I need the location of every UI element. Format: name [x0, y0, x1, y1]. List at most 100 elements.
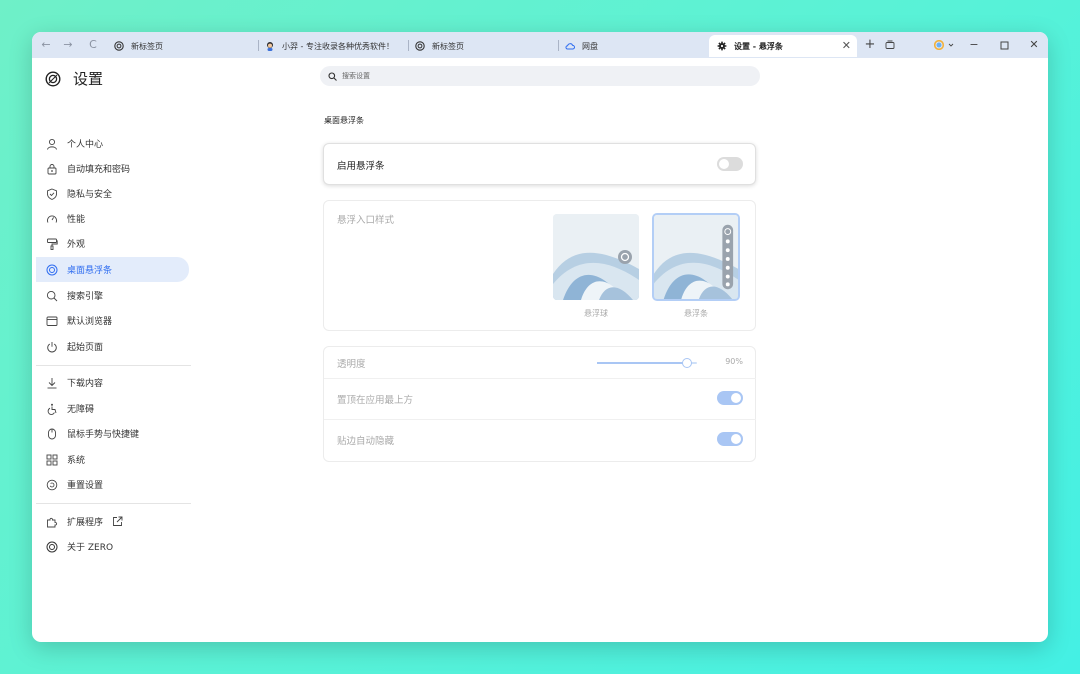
gear-icon: [717, 41, 727, 51]
close-tab-icon[interactable]: ✕: [842, 39, 851, 52]
gauge-icon: [47, 215, 57, 223]
sidebar-item-label: 重置设置: [67, 481, 104, 491]
style-option-ball[interactable]: [553, 214, 639, 300]
opacity-slider-fill: [597, 362, 687, 364]
reset-icon: [46, 479, 58, 490]
zero-logo-icon: [46, 264, 58, 275]
sidebar-item-privacy[interactable]: 隐私与安全: [36, 181, 189, 206]
enable-floating-bar-label: 启用悬浮条: [337, 161, 385, 172]
search-icon: [46, 290, 58, 301]
sidebar-item-label: 外观: [67, 240, 86, 250]
row-divider: [324, 419, 756, 420]
always-on-top-toggle[interactable]: [717, 391, 743, 405]
sidebar-item-label: 系统: [67, 456, 86, 466]
shield-icon: [47, 188, 57, 200]
sidebar-item-label: 鼠标手势与快捷键: [67, 430, 140, 440]
new-tab-icon[interactable]: +: [862, 37, 878, 53]
accessibility-icon: [47, 403, 57, 415]
tab-new-tab-2[interactable]: 新标签页: [415, 35, 565, 57]
profile-menu-button[interactable]: [932, 37, 958, 53]
toggle-knob: [731, 434, 741, 444]
sidebar-divider: [36, 503, 191, 504]
tab-label: 小羿 - 专注收录各种优秀软件！: [282, 41, 394, 51]
back-icon[interactable]: ←: [38, 37, 54, 53]
download-icon: [47, 377, 57, 388]
opacity-slider-track[interactable]: [597, 358, 697, 368]
tab-label: 新标签页: [432, 41, 464, 51]
sidebar-item-label: 桌面悬浮条: [67, 266, 113, 276]
sidebar-item-search-engine[interactable]: 搜索引擎: [36, 283, 189, 308]
puzzle-icon: [47, 517, 58, 527]
browser-window: ← → C 新标签页 小羿 - 专注收录各种优秀软件！ 新标签页 网盘 设置 -…: [32, 32, 1048, 642]
sidebar-item-label: 隐私与安全: [67, 190, 113, 200]
external-link-icon[interactable]: [112, 516, 123, 527]
entry-style-card: 悬浮入口样式 悬浮球 悬浮条: [323, 200, 756, 331]
section-title: 桌面悬浮条: [324, 116, 364, 125]
person-icon: [47, 138, 57, 150]
sidebar-item-label: 扩展程序: [67, 518, 104, 528]
sidebar-item-accessibility[interactable]: 无障碍: [36, 396, 189, 421]
grid-icon: [46, 454, 58, 465]
sidebar-item-appearance[interactable]: 外观: [36, 231, 189, 256]
sidebar-item-label: 自动填充和密码: [67, 165, 131, 175]
sidebar-item-label: 起始页面: [67, 343, 104, 353]
sidebar-item-label: 个人中心: [67, 140, 104, 150]
paint-roller-icon: [47, 238, 58, 250]
zero-logo-icon: [114, 41, 124, 51]
sidebar-item-downloads[interactable]: 下载内容: [36, 370, 189, 395]
power-icon: [47, 341, 57, 352]
sidebar-item-profile[interactable]: 个人中心: [36, 131, 189, 156]
sidebar-item-performance[interactable]: 性能: [36, 206, 189, 231]
zero-logo-icon: [45, 70, 61, 87]
auto-hide-label: 贴边自动隐藏: [337, 436, 395, 447]
tab-label: 网盘: [582, 41, 598, 51]
settings-search-input[interactable]: 搜索设置: [320, 66, 760, 86]
behavior-settings-card: 透明度 90% 置顶在应用最上方 贴边自动隐藏: [323, 346, 756, 462]
wallpaper-preview-image: [553, 214, 639, 300]
tab-overview-icon[interactable]: [882, 37, 898, 53]
sidebar-item-label: 性能: [67, 215, 86, 225]
close-window-icon[interactable]: ✕: [1026, 37, 1042, 53]
sidebar-item-label: 关于 ZERO: [67, 543, 114, 553]
opacity-label: 透明度: [337, 359, 366, 370]
zero-logo-icon: [415, 41, 425, 51]
forward-icon[interactable]: →: [60, 37, 76, 53]
reload-icon[interactable]: C: [85, 37, 101, 53]
sidebar-item-label: 下载内容: [67, 379, 104, 389]
enable-floating-bar-card: 启用悬浮条: [323, 143, 756, 185]
tab-bar: ← → C 新标签页 小羿 - 专注收录各种优秀软件！ 新标签页 网盘 设置 -…: [32, 32, 1048, 58]
minimize-icon[interactable]: −: [966, 37, 982, 53]
maximize-icon[interactable]: [996, 37, 1012, 53]
sidebar-item-startup[interactable]: 起始页面: [36, 334, 189, 359]
sidebar-item-mouse-gestures[interactable]: 鼠标手势与快捷键: [36, 421, 189, 446]
toggle-knob: [719, 159, 729, 169]
style-option-bar[interactable]: [652, 213, 740, 301]
sidebar-item-reset[interactable]: 重置设置: [36, 472, 189, 497]
auto-hide-toggle[interactable]: [717, 432, 743, 446]
sidebar-divider: [36, 365, 191, 366]
tab-settings[interactable]: 设置 - 悬浮条 ✕: [709, 35, 857, 57]
settings-brand: 设置: [45, 68, 103, 89]
sidebar-item-floating-bar[interactable]: 桌面悬浮条: [36, 257, 189, 282]
enable-floating-bar-toggle[interactable]: [717, 157, 743, 171]
tab-new-tab-1[interactable]: 新标签页: [114, 35, 264, 57]
tab-separator: [558, 40, 559, 51]
search-icon: [328, 71, 337, 81]
tab-separator: [408, 40, 409, 51]
search-placeholder: 搜索设置: [342, 72, 370, 80]
sidebar-item-autofill[interactable]: 自动填充和密码: [36, 156, 189, 181]
sidebar-item-extensions[interactable]: 扩展程序: [36, 509, 189, 534]
toggle-knob: [731, 393, 741, 403]
opacity-slider-handle[interactable]: [682, 358, 692, 368]
sidebar-item-system[interactable]: 系统: [36, 447, 189, 472]
tab-cloud-drive[interactable]: 网盘: [565, 35, 705, 57]
sidebar-item-about[interactable]: 关于 ZERO: [36, 534, 189, 559]
settings-sidebar: 设置 个人中心 自动填充和密码 隐私与安全 性能 外观 桌面悬浮条 搜索引擎 默…: [32, 58, 192, 642]
row-divider: [324, 378, 756, 379]
sidebar-item-label: 无障碍: [67, 405, 95, 415]
sidebar-item-default-browser[interactable]: 默认浏览器: [36, 308, 189, 333]
entry-style-label: 悬浮入口样式: [337, 215, 395, 226]
tab-separator: [258, 40, 259, 51]
tab-xiaoyi[interactable]: 小羿 - 专注收录各种优秀软件！: [265, 35, 405, 57]
tab-label: 新标签页: [131, 41, 163, 51]
